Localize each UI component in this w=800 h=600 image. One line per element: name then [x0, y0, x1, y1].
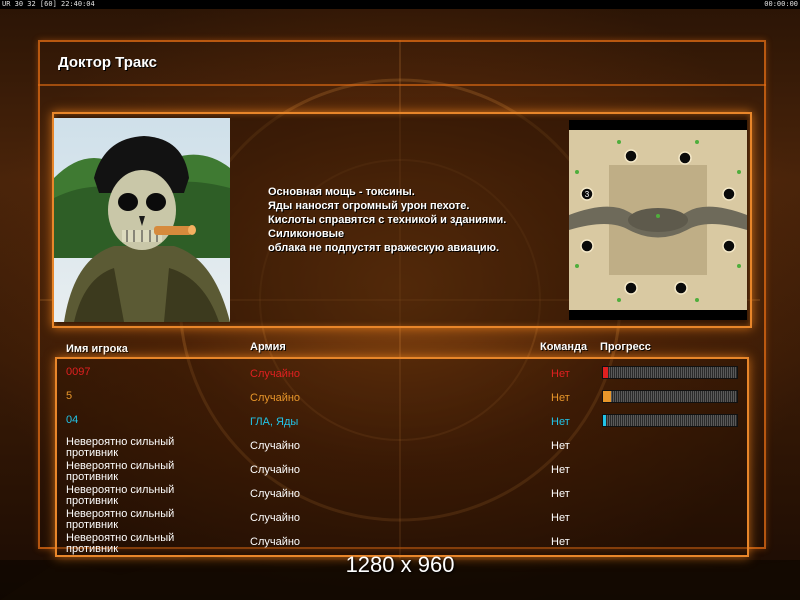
team-selector[interactable]: Нет	[551, 464, 570, 476]
team-selector[interactable]: Нет	[551, 440, 570, 452]
army-selector[interactable]: Случайно	[250, 536, 300, 548]
progress-bar	[602, 414, 738, 427]
progress-fill	[603, 415, 606, 426]
player-name: 04	[66, 414, 79, 426]
team-selector[interactable]: Нет	[551, 536, 570, 548]
column-header-player: Имя игрока	[66, 343, 128, 355]
army-selector[interactable]: Случайно	[250, 488, 300, 500]
player-name: Невероятно сильный противник	[66, 508, 175, 531]
player-name: 5	[66, 390, 73, 402]
army-selector[interactable]: Случайно	[250, 368, 300, 380]
player-row[interactable]: Невероятно сильный противник Случайно Нет	[0, 508, 800, 534]
player-name: Невероятно сильный противник	[66, 436, 175, 459]
team-selector[interactable]: Нет	[551, 512, 570, 524]
description-line: Яды наносят огромный урон пехоте.	[268, 200, 470, 212]
debug-status-bar: UR 30 32 [60] 22:40:04 00:00:00	[0, 0, 800, 9]
army-selector[interactable]: Случайно	[250, 464, 300, 476]
fps-readout: UR 30 32 [60] 22:40:04	[2, 0, 95, 8]
army-selector[interactable]: Случайно	[250, 440, 300, 452]
resolution-label: 1280 x 960	[345, 552, 455, 577]
general-description: Основная мощь - токсины. Яды наносят огр…	[268, 185, 568, 255]
description-line: облака не подпустят вражескую авиацию.	[268, 242, 500, 254]
progress-bar	[602, 366, 738, 379]
general-title: Доктор Тракс	[58, 54, 157, 71]
army-selector[interactable]: ГЛА, Яды	[250, 416, 298, 428]
team-selector[interactable]: Нет	[551, 368, 570, 380]
player-row[interactable]: Невероятно сильный противник Случайно Нет	[0, 436, 800, 462]
player-name: 0097	[66, 366, 91, 378]
army-selector[interactable]: Случайно	[250, 392, 300, 404]
column-header-army: Армия	[250, 341, 286, 353]
start-position-marker: 3	[585, 190, 590, 199]
description-line: Силиконовые	[268, 228, 345, 240]
description-line: Кислоты справятся с техникой и зданиями.	[268, 214, 507, 226]
player-name: Невероятно сильный противник	[66, 460, 175, 483]
player-row[interactable]: 5 Случайно Нет	[0, 390, 800, 414]
progress-bar	[602, 390, 738, 403]
player-row[interactable]: 04 ГЛА, Яды Нет	[0, 414, 800, 438]
map-preview[interactable]: 3	[569, 120, 747, 320]
progress-fill	[603, 391, 611, 402]
game-timer: 00:00:00	[764, 0, 798, 8]
player-row[interactable]: Невероятно сильный противник Случайно Нет	[0, 460, 800, 486]
progress-fill	[603, 367, 608, 378]
player-name: Невероятно сильный противник	[66, 484, 175, 507]
army-selector[interactable]: Случайно	[250, 512, 300, 524]
team-selector[interactable]: Нет	[551, 488, 570, 500]
player-row[interactable]: 0097 Случайно Нет	[0, 366, 800, 390]
column-header-progress: Прогресс	[600, 341, 651, 353]
description-line: Основная мощь - токсины.	[268, 186, 415, 198]
team-selector[interactable]: Нет	[551, 392, 570, 404]
column-header-team: Команда	[540, 341, 588, 353]
title-divider	[38, 84, 766, 86]
general-portrait	[54, 118, 230, 322]
player-row[interactable]: Невероятно сильный противник Случайно Нет	[0, 484, 800, 510]
team-selector[interactable]: Нет	[551, 416, 570, 428]
